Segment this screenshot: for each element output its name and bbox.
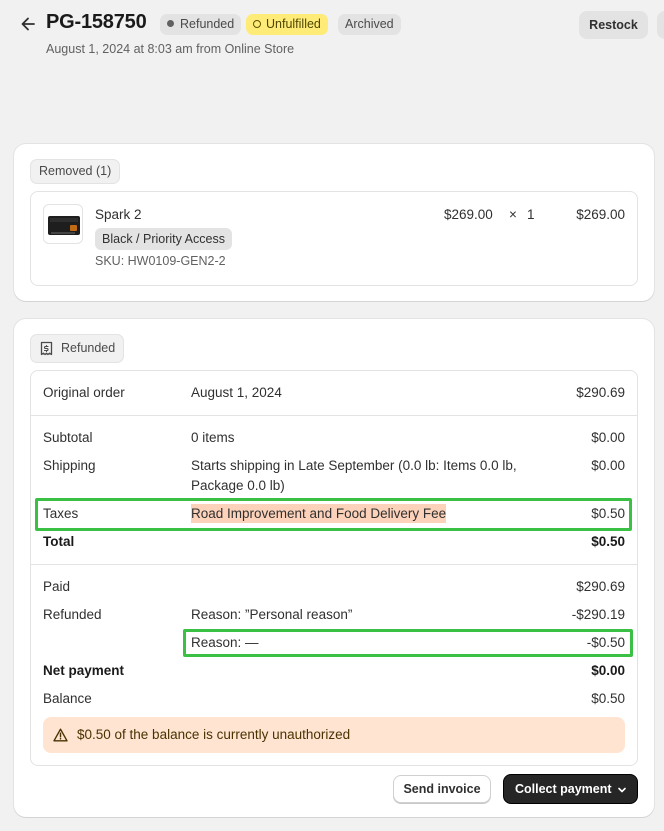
status-ring-icon bbox=[253, 20, 261, 28]
refund-summary-table: Original order August 1, 2024 $290.69 Su… bbox=[30, 370, 638, 766]
more-actions-button[interactable] bbox=[657, 11, 664, 39]
subtotal-desc: 0 items bbox=[191, 430, 235, 445]
original-order-date: August 1, 2024 bbox=[191, 385, 282, 400]
subtotal-label: Subtotal bbox=[43, 430, 93, 445]
subtotal-amount: $0.00 bbox=[591, 430, 625, 445]
unfulfilled-status-badge: Unfulfilled bbox=[246, 14, 328, 35]
refund-reason-1: Reason: ”Personal reason” bbox=[191, 607, 353, 622]
unit-price: $269.00 bbox=[444, 207, 493, 222]
send-invoice-button[interactable]: Send invoice bbox=[393, 775, 491, 803]
variant-badge: Black / Priority Access bbox=[95, 228, 232, 250]
arrow-left-icon[interactable] bbox=[18, 14, 38, 34]
divider bbox=[31, 564, 637, 565]
shipping-label: Shipping bbox=[43, 458, 96, 473]
divider bbox=[31, 415, 637, 416]
removed-items-card: Removed (1) Spark 2 Black / Priority Acc… bbox=[14, 144, 654, 301]
restock-button[interactable]: Restock bbox=[579, 11, 648, 39]
balance-label: Balance bbox=[43, 691, 92, 706]
original-order-label: Original order bbox=[43, 385, 125, 400]
shipping-desc-line2: Package 0.0 lb) bbox=[191, 478, 285, 493]
page-header: PG-158750 Refunded Unfulfilled Archived … bbox=[0, 0, 664, 70]
product-thumbnail bbox=[43, 204, 83, 244]
collect-payment-button[interactable]: Collect payment bbox=[503, 774, 638, 804]
refund-amount-1: -$290.19 bbox=[571, 607, 625, 622]
line-total: $269.00 bbox=[576, 207, 625, 222]
product-name[interactable]: Spark 2 bbox=[95, 207, 142, 222]
refunded-status-badge: Refunded bbox=[160, 14, 242, 35]
paid-label: Paid bbox=[43, 579, 71, 594]
product-image bbox=[48, 216, 80, 235]
order-number: PG-158750 bbox=[46, 11, 147, 33]
unauthorized-balance-banner: $0.50 of the balance is currently unauth… bbox=[43, 717, 625, 753]
refunded-card: Refunded Original order August 1, 2024 $… bbox=[14, 319, 654, 817]
receipt-icon bbox=[40, 341, 53, 356]
chevron-down-icon bbox=[618, 787, 626, 793]
refund-reason-highlight-box bbox=[183, 629, 633, 657]
net-payment-label: Net payment bbox=[43, 663, 125, 678]
refunded-label: Refunded bbox=[43, 607, 102, 622]
alert-triangle-icon bbox=[53, 728, 68, 742]
removed-line-item: Spark 2 Black / Priority Access SKU: HW0… bbox=[30, 191, 638, 286]
shipping-amount: $0.00 bbox=[591, 458, 625, 473]
times-sign: × bbox=[509, 207, 517, 222]
shipping-desc-line1: Starts shipping in Late September (0.0 l… bbox=[191, 458, 517, 473]
total-amount: $0.50 bbox=[591, 534, 625, 549]
quantity: 1 bbox=[527, 207, 535, 222]
net-payment-amount: $0.00 bbox=[591, 663, 625, 678]
archived-status-badge: Archived bbox=[338, 14, 401, 35]
warning-text: $0.50 of the balance is currently unauth… bbox=[77, 727, 351, 742]
order-subtitle: August 1, 2024 at 8:03 am from Online St… bbox=[46, 42, 295, 56]
removed-pill: Removed (1) bbox=[30, 159, 121, 184]
refunded-pill: Refunded bbox=[30, 334, 125, 363]
status-dot-icon bbox=[167, 20, 174, 27]
taxes-highlight-box bbox=[35, 498, 632, 531]
original-order-amount: $290.69 bbox=[576, 385, 625, 400]
paid-amount: $290.69 bbox=[576, 579, 625, 594]
total-label: Total bbox=[43, 534, 75, 549]
product-sku: SKU: HW0109-GEN2-2 bbox=[95, 254, 226, 268]
balance-amount: $0.50 bbox=[591, 691, 625, 706]
